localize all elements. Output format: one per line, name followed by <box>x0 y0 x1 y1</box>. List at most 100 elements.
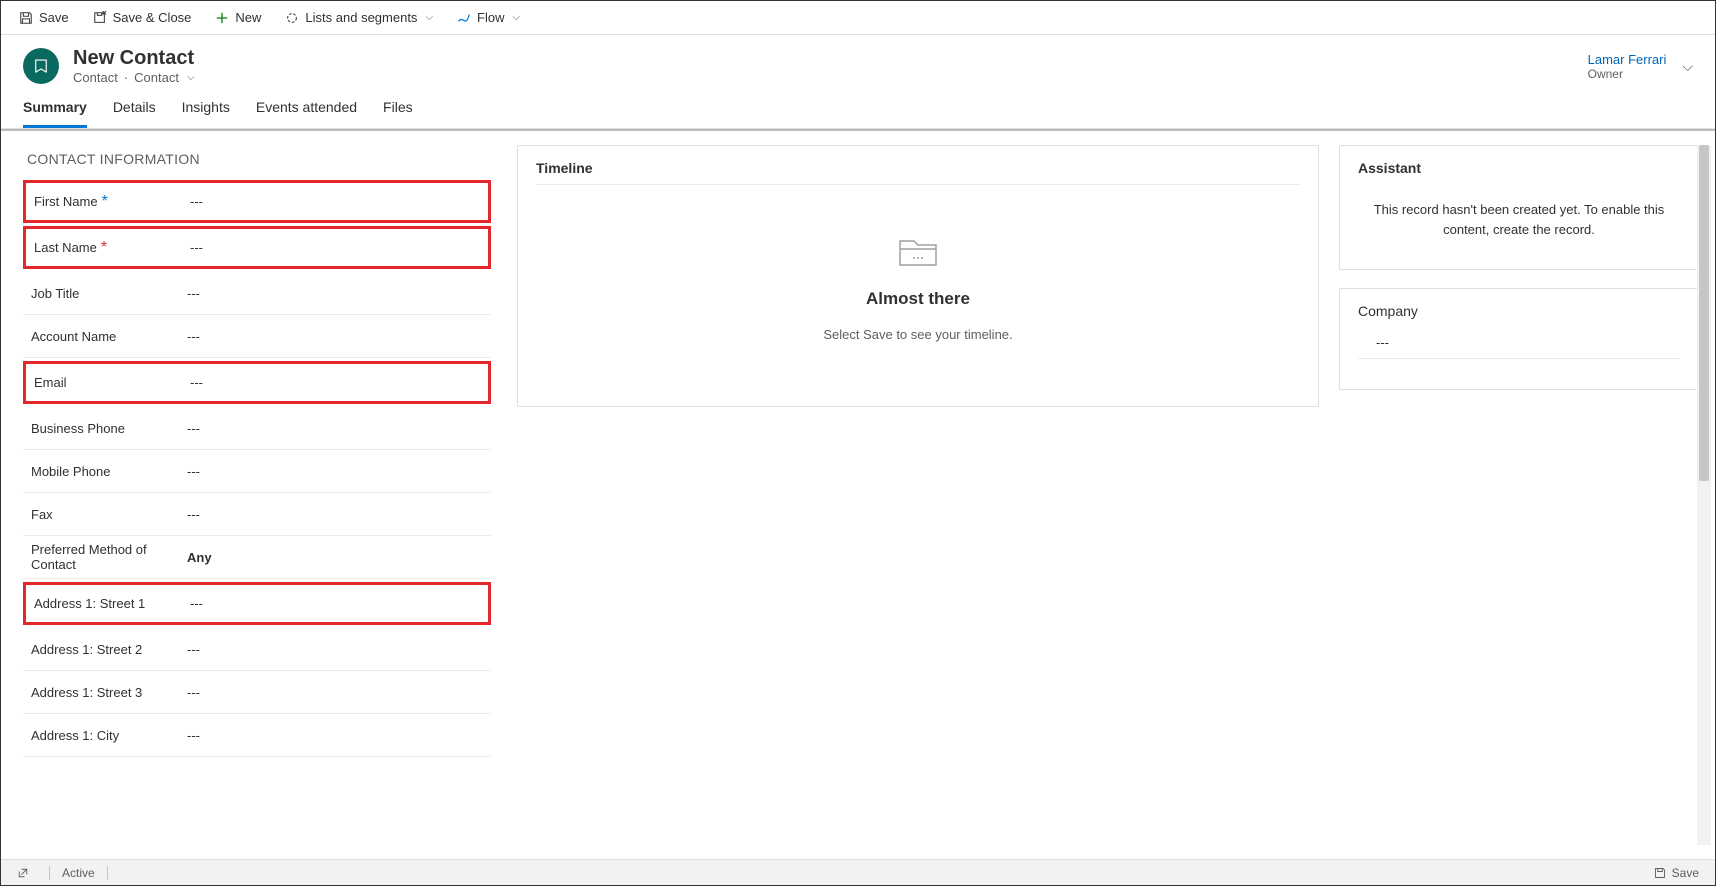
chevron-down-icon: ⌵ <box>512 12 520 23</box>
timeline-empty-state: Almost there Select Save to see your tim… <box>536 201 1300 392</box>
tab-insights[interactable]: Insights <box>182 99 230 128</box>
field-value[interactable]: Any <box>171 550 483 565</box>
owner-block[interactable]: Lamar Ferrari Owner <box>1588 52 1667 81</box>
field-row[interactable]: Last Name*--- <box>23 226 491 269</box>
field-row[interactable]: Preferred Method of ContactAny <box>23 536 491 579</box>
assistant-card: Assistant This record hasn't been create… <box>1339 145 1699 270</box>
field-label: Mobile Phone <box>31 464 171 479</box>
field-label: Business Phone <box>31 421 171 436</box>
segments-icon <box>285 11 299 25</box>
header-text: New Contact Contact · Contact ⌵ <box>73 47 195 85</box>
save-close-button[interactable]: Save & Close <box>83 6 202 29</box>
field-row[interactable]: Address 1: Street 3--- <box>23 671 491 714</box>
field-value[interactable]: --- <box>171 286 483 301</box>
popout-button[interactable] <box>9 863 37 883</box>
field-row[interactable]: Business Phone--- <box>23 407 491 450</box>
status-bar: Active Save <box>1 859 1715 885</box>
separator <box>107 866 108 880</box>
field-label: Preferred Method of Contact <box>31 542 171 572</box>
company-card: Company --- <box>1339 288 1699 390</box>
save-close-icon <box>93 11 107 25</box>
timeline-column: Timeline Almost there Select Save to see… <box>517 145 1319 845</box>
field-label: Address 1: Street 2 <box>31 642 171 657</box>
field-row[interactable]: Address 1: Street 1--- <box>23 582 491 625</box>
tab-events[interactable]: Events attended <box>256 99 357 128</box>
field-value[interactable]: --- <box>174 240 480 255</box>
assistant-message: This record hasn't been created yet. To … <box>1358 200 1680 239</box>
status-left: Active <box>9 863 108 883</box>
required-mark: * <box>101 244 107 252</box>
field-label: Email <box>34 375 174 390</box>
chevron-down-icon: ⌵ <box>425 12 433 23</box>
scrollbar-thumb[interactable] <box>1699 145 1709 481</box>
field-value[interactable]: --- <box>174 596 480 611</box>
flow-icon <box>457 11 471 25</box>
tabs: Summary Details Insights Events attended… <box>1 85 1715 129</box>
save-label: Save <box>39 10 69 25</box>
statusbar-save-label: Save <box>1672 866 1699 880</box>
form-fields: First Name*---Last Name*---Job Title---A… <box>17 180 497 757</box>
field-label: First Name* <box>34 194 174 209</box>
field-value[interactable]: --- <box>171 464 483 479</box>
flow-button[interactable]: Flow ⌵ <box>447 6 530 29</box>
header-left: New Contact Contact · Contact ⌵ <box>23 47 195 85</box>
field-label: Address 1: Street 3 <box>31 685 171 700</box>
field-value[interactable]: --- <box>174 194 480 209</box>
breadcrumb-entity: Contact <box>73 70 118 85</box>
field-row[interactable]: Address 1: Street 2--- <box>23 628 491 671</box>
breadcrumb-form: Contact <box>134 70 179 85</box>
field-value[interactable]: --- <box>171 507 483 522</box>
field-label: Account Name <box>31 329 171 344</box>
field-row[interactable]: Address 1: City--- <box>23 714 491 757</box>
required-mark: * <box>102 198 108 206</box>
record-header: New Contact Contact · Contact ⌵ Lamar Fe… <box>1 35 1715 85</box>
assistant-title: Assistant <box>1358 160 1680 176</box>
section-title: CONTACT INFORMATION <box>17 145 497 177</box>
company-value[interactable]: --- <box>1358 335 1680 359</box>
field-row[interactable]: Account Name--- <box>23 315 491 358</box>
tab-details[interactable]: Details <box>113 99 156 128</box>
folder-icon <box>894 231 942 271</box>
timeline-heading: Almost there <box>866 289 970 309</box>
header-right: Lamar Ferrari Owner ⌵ <box>1588 52 1693 81</box>
tab-summary[interactable]: Summary <box>23 99 87 128</box>
field-value[interactable]: --- <box>171 642 483 657</box>
field-label: Address 1: Street 1 <box>34 596 174 611</box>
save-close-label: Save & Close <box>113 10 192 25</box>
field-row[interactable]: Job Title--- <box>23 272 491 315</box>
company-title: Company <box>1358 303 1680 319</box>
command-bar: Save Save & Close New Lists and segments… <box>1 1 1715 35</box>
page-title: New Contact <box>73 47 195 70</box>
field-row[interactable]: Email--- <box>23 361 491 404</box>
field-value[interactable]: --- <box>174 375 480 390</box>
breadcrumb[interactable]: Contact · Contact ⌵ <box>73 70 195 85</box>
field-label: Fax <box>31 507 171 522</box>
lists-segments-button[interactable]: Lists and segments ⌵ <box>275 6 443 29</box>
scrollbar[interactable] <box>1697 145 1711 845</box>
right-column: Assistant This record hasn't been create… <box>1339 145 1699 845</box>
save-button[interactable]: Save <box>9 6 79 29</box>
field-value[interactable]: --- <box>171 421 483 436</box>
field-value[interactable]: --- <box>171 728 483 743</box>
field-value[interactable]: --- <box>171 685 483 700</box>
new-label: New <box>235 10 261 25</box>
tab-files[interactable]: Files <box>383 99 413 128</box>
new-button[interactable]: New <box>205 6 271 29</box>
lists-label: Lists and segments <box>305 10 417 25</box>
owner-label: Owner <box>1588 67 1667 81</box>
entity-avatar <box>23 48 59 84</box>
chevron-down-icon[interactable]: ⌵ <box>1682 58 1693 75</box>
flow-label: Flow <box>477 10 504 25</box>
field-row[interactable]: Mobile Phone--- <box>23 450 491 493</box>
statusbar-save-button[interactable]: Save <box>1646 862 1707 884</box>
status-active[interactable]: Active <box>62 866 95 880</box>
field-row[interactable]: First Name*--- <box>23 180 491 223</box>
field-row[interactable]: Fax--- <box>23 493 491 536</box>
content: CONTACT INFORMATION First Name*---Last N… <box>1 129 1715 859</box>
field-value[interactable]: --- <box>171 329 483 344</box>
timeline-title: Timeline <box>536 160 1300 185</box>
owner-name: Lamar Ferrari <box>1588 52 1667 67</box>
separator <box>49 866 50 880</box>
timeline-card: Timeline Almost there Select Save to see… <box>517 145 1319 407</box>
plus-icon <box>215 11 229 25</box>
